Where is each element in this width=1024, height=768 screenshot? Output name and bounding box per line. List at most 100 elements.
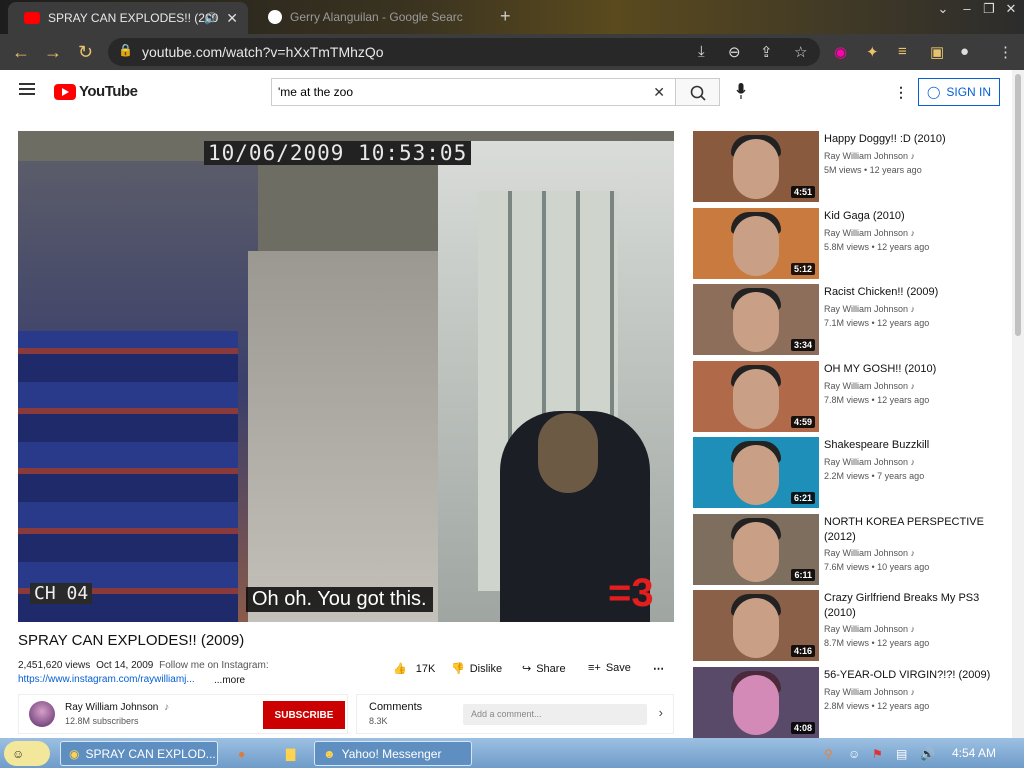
recommended-channel: Ray William Johnson ♪ (824, 624, 915, 634)
reload-icon[interactable]: ↻ (78, 42, 93, 63)
save-button[interactable]: ≡+ Save (588, 662, 631, 674)
google-favicon-icon (268, 10, 282, 24)
extension-flag-icon[interactable]: ◉ (834, 43, 847, 61)
settings-menu-icon[interactable]: ⋮ (894, 84, 908, 101)
search-icon (690, 85, 706, 101)
video-thumbnail[interactable]: 4:16 (693, 590, 819, 661)
recommended-video[interactable]: 6:11 NORTH KOREA PERSPECTIVE (2012) Ray … (693, 514, 1005, 586)
video-thumbnail[interactable]: 4:59 (693, 361, 819, 432)
video-thumbnail[interactable]: 5:12 (693, 208, 819, 279)
channel-avatar[interactable] (29, 701, 55, 727)
browser-menu-icon[interactable]: ⋮ (998, 43, 1013, 61)
recommended-video[interactable]: 4:59 OH MY GOSH!! (2010) Ray William Joh… (693, 361, 1005, 433)
recommended-title: Kid Gaga (2010) (824, 210, 905, 222)
scrollbar-thumb[interactable] (1015, 74, 1021, 336)
minimize-icon[interactable]: – (956, 0, 978, 22)
dislike-button[interactable]: 👎 Dislike (451, 662, 502, 676)
action-center-flag-icon[interactable]: ⚑ (864, 741, 883, 766)
video-thumbnail[interactable]: 3:34 (693, 284, 819, 355)
recommended-title: Happy Doggy!! :D (2010) (824, 133, 946, 145)
taskbar-item-browser[interactable]: ◉ SPRAY CAN EXPLOD... (60, 741, 218, 766)
cctv-channel: CH 04 (30, 583, 93, 604)
start-button-icon[interactable]: ☺ (4, 741, 50, 766)
hamburger-menu-icon[interactable] (19, 83, 35, 95)
firefox-icon[interactable]: ● (230, 741, 254, 766)
recommended-channel-name: Ray William Johnson (824, 228, 909, 238)
restore-icon[interactable]: ❐ (978, 0, 1000, 22)
recommended-video[interactable]: 5:12 Kid Gaga (2010) Ray William Johnson… (693, 208, 1005, 280)
video-thumbnail[interactable]: 4:51 (693, 131, 819, 202)
tab-youtube[interactable]: SPRAY CAN EXPLODES!! (200 🔊 ✕ (8, 2, 248, 34)
thumbs-up-icon: 👍 (393, 663, 407, 675)
microphone-icon[interactable] (736, 83, 746, 99)
new-tab-icon[interactable]: + (500, 6, 511, 27)
recommended-meta: 5.8M views • 12 years ago (824, 242, 930, 252)
like-button[interactable]: 👍 17K (393, 662, 435, 676)
share-page-icon[interactable]: ⇪ (760, 43, 773, 61)
network-icon[interactable]: ▤ (888, 741, 907, 766)
share-button[interactable]: ↪ Share (522, 662, 566, 676)
recommended-channel-name: Ray William Johnson (824, 304, 909, 314)
extensions-puzzle-icon[interactable]: ✦ (866, 43, 879, 61)
recommended-video[interactable]: 3:34 Racist Chicken!! (2009) Ray William… (693, 284, 1005, 356)
window-chevron-icon[interactable]: ⌄ (932, 0, 954, 22)
profile-avatar-icon[interactable]: ● (960, 43, 969, 60)
speaker-icon[interactable]: 🔊 (204, 12, 218, 25)
recommended-channel-name: Ray William Johnson (824, 457, 909, 467)
clear-search-icon[interactable]: ✕ (653, 84, 665, 101)
folder-icon[interactable]: ▇ (278, 741, 302, 766)
sign-in-button[interactable]: ◯ SIGN IN (918, 78, 1000, 106)
close-tab-icon[interactable]: ✕ (226, 10, 238, 27)
recommended-title: 56-YEAR-OLD VIRGIN?!?! (2009) (824, 669, 991, 681)
video-thumbnail[interactable]: 6:21 (693, 437, 819, 508)
chevron-right-icon[interactable]: › (659, 705, 663, 720)
video-thumbnail[interactable]: 6:11 (693, 514, 819, 585)
channel-name[interactable]: Ray William Johnson ♪ (65, 702, 169, 713)
media-queue-icon[interactable]: ≡ (898, 43, 907, 60)
video-caption: Oh oh. You got this. (246, 587, 433, 612)
music-note-icon: ♪ (164, 702, 170, 713)
comments-panel[interactable]: Comments 8.3K Add a comment... › (356, 694, 674, 734)
search-tray-icon[interactable]: ⚲ (816, 741, 833, 766)
recommended-video[interactable]: 6:21 Shakespeare Buzzkill Ray William Jo… (693, 437, 1005, 509)
share-arrow-icon: ↪ (522, 663, 532, 675)
recommended-channel-name: Ray William Johnson (824, 687, 909, 697)
recommended-video[interactable]: 4:08 56-YEAR-OLD VIRGIN?!?! (2009) Ray W… (693, 667, 1005, 738)
comment-input[interactable]: Add a comment... (463, 704, 647, 725)
side-panel-icon[interactable]: ▣ (930, 43, 944, 61)
video-player[interactable]: 10/06/2009 10:53:05 CH 04 Oh oh. You got… (18, 131, 674, 622)
smiley-tray-icon[interactable]: ☺ (840, 741, 860, 766)
search-input[interactable] (272, 79, 642, 105)
video-thumbnail[interactable]: 4:08 (693, 667, 819, 738)
subscribe-button[interactable]: SUBSCRIBE (263, 701, 345, 729)
lock-icon: 🔒 (118, 43, 133, 57)
address-bar[interactable]: 🔒 youtube.com/watch?v=hXxTmTMhzQo ⤓ ⊖ ⇪ … (108, 38, 820, 66)
forward-icon[interactable]: → (44, 42, 62, 63)
recommended-channel: Ray William Johnson ♪ (824, 151, 915, 161)
youtube-logo[interactable]: YouTube (54, 83, 138, 100)
recommended-channel-name: Ray William Johnson (824, 151, 909, 161)
bookmark-star-icon[interactable]: ☆ (794, 43, 807, 61)
instagram-link[interactable]: https://www.instagram.com/raywilliamj... (18, 674, 195, 685)
zoom-icon[interactable]: ⊖ (728, 43, 741, 61)
more-button[interactable]: ...more (214, 675, 245, 686)
recommended-channel-name: Ray William Johnson (824, 548, 909, 558)
subscriber-count: 12.8M subscribers (65, 716, 139, 726)
tab-google[interactable]: Gerry Alanguilan - Google Searc (252, 0, 492, 34)
taskbar-item-messenger[interactable]: ☻ Yahoo! Messenger (314, 741, 472, 766)
taskbar-clock[interactable]: 4:54 AM (952, 746, 996, 760)
recommended-video[interactable]: 4:16 Crazy Girlfriend Breaks My PS3 (201… (693, 590, 1005, 662)
recommended-channel: Ray William Johnson ♪ (824, 304, 915, 314)
recommended-video[interactable]: 4:51 Happy Doggy!! :D (2010) Ray William… (693, 131, 1005, 203)
back-icon[interactable]: ← (12, 42, 30, 63)
window-close-icon[interactable]: ✕ (1000, 0, 1022, 22)
page-scrollbar[interactable] (1012, 70, 1024, 738)
browser-toolbar: ← → ↻ 🔒 youtube.com/watch?v=hXxTmTMhzQo … (0, 34, 1024, 70)
volume-icon[interactable]: 🔊 (912, 741, 935, 766)
description-text: Follow me on Instagram: (159, 660, 269, 671)
recommended-meta: 7.1M views • 12 years ago (824, 318, 930, 328)
music-note-icon: ♪ (910, 151, 916, 161)
more-actions-icon[interactable]: ⋯ (653, 662, 664, 675)
install-icon[interactable]: ⤓ (698, 43, 705, 60)
search-button[interactable] (675, 78, 720, 106)
